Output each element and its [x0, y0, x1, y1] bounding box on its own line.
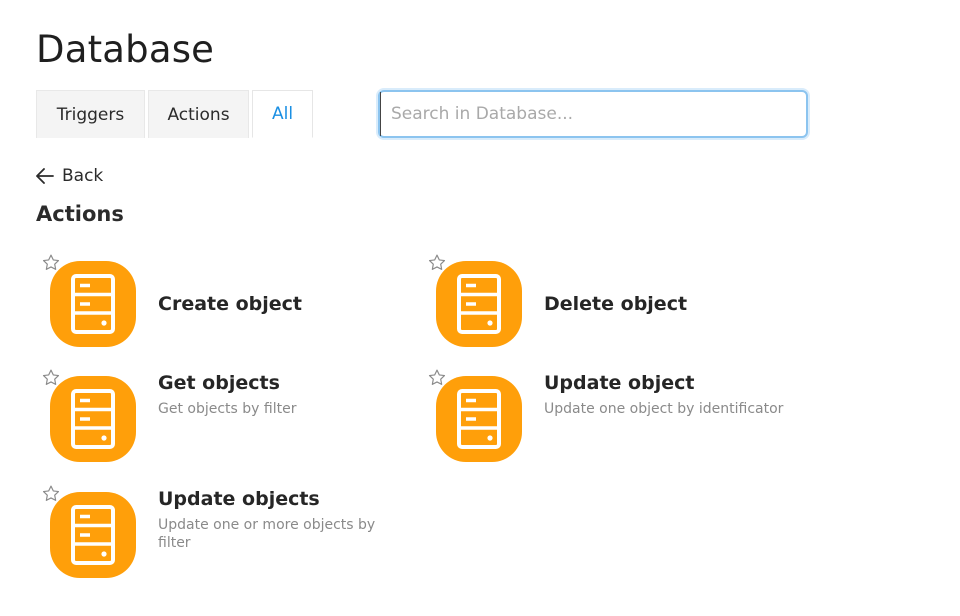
action-name: Delete object [544, 293, 688, 315]
database-server-icon [50, 492, 136, 578]
action-card-get-objects[interactable]: Get objects Get objects by filter [36, 369, 396, 469]
action-card-update-objects[interactable]: Update objects Update one or more object… [36, 485, 396, 585]
action-card-create-object[interactable]: Create object [36, 254, 396, 354]
action-name: Update object [544, 372, 695, 394]
tab-actions[interactable]: Actions [148, 90, 249, 138]
database-server-icon [436, 376, 522, 462]
database-server-icon [50, 261, 136, 347]
search-box [378, 90, 808, 138]
tab-all[interactable]: All [252, 90, 313, 138]
action-card-delete-object[interactable]: Delete object [422, 254, 782, 354]
search-input[interactable] [380, 92, 806, 136]
section-title: Actions [36, 202, 124, 226]
action-description: Get objects by filter [158, 401, 297, 417]
action-name: Create object [158, 293, 303, 315]
back-button[interactable]: Back [36, 166, 103, 186]
tab-triggers[interactable]: Triggers [36, 90, 145, 138]
action-description: Update one object by identificator [544, 401, 784, 417]
back-label: Back [62, 166, 104, 186]
page-title: Database [36, 28, 215, 71]
action-name: Update objects [158, 488, 320, 510]
database-server-icon [50, 376, 136, 462]
database-server-icon [436, 261, 522, 347]
arrow-left-icon [36, 168, 54, 184]
action-card-update-object[interactable]: Update object Update one object by ident… [422, 369, 783, 469]
action-description: Update one or more objects by filter [158, 517, 376, 551]
action-name: Get objects [158, 372, 280, 394]
tab-bar: Triggers Actions All [36, 90, 316, 138]
